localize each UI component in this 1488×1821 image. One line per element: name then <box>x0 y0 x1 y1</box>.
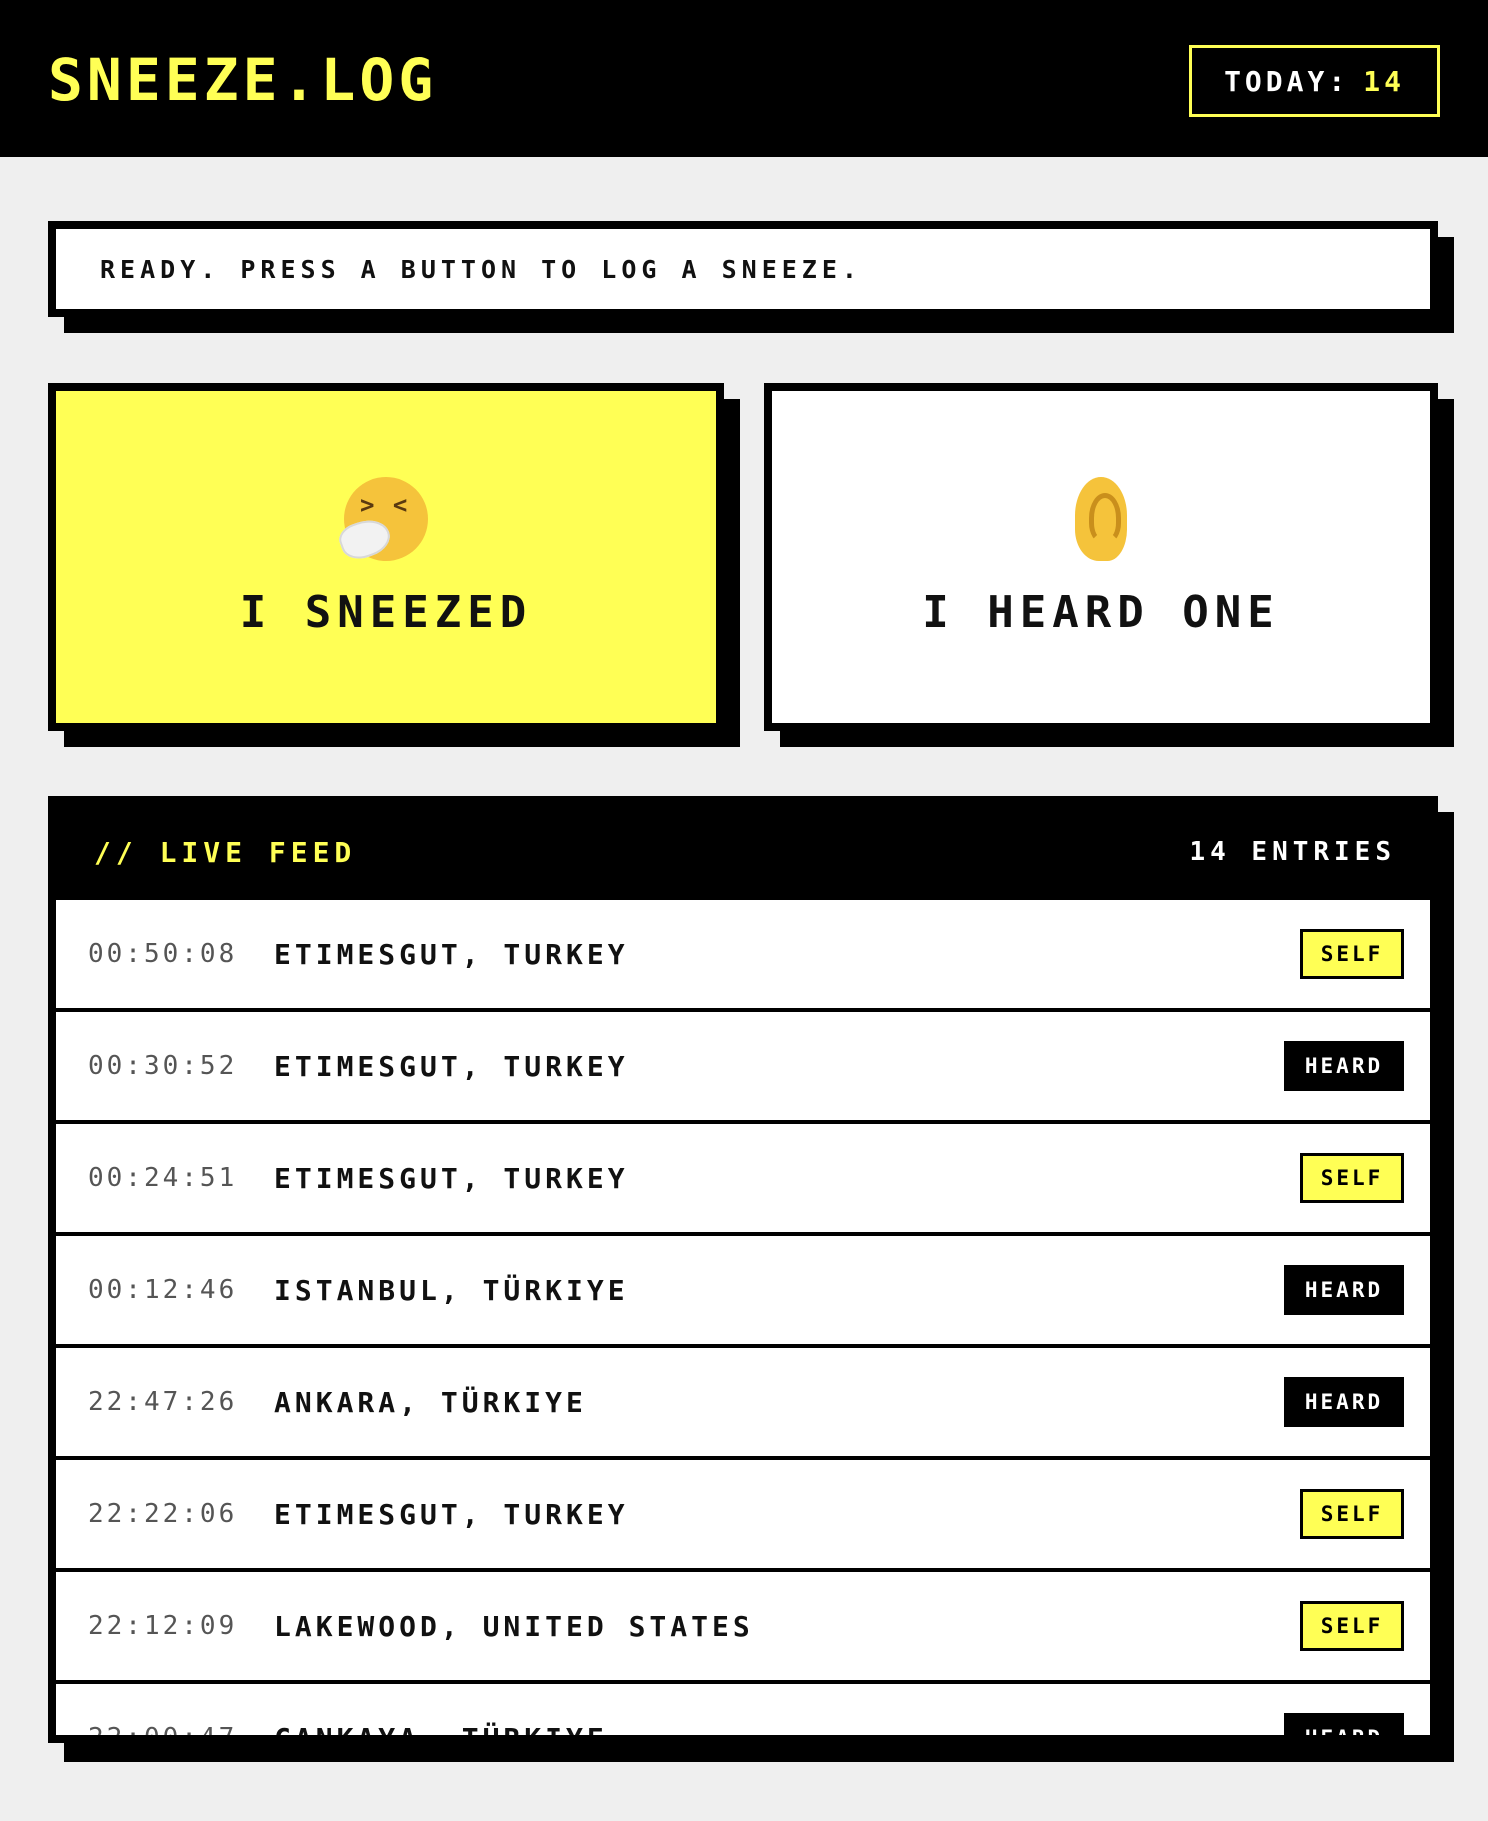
live-feed[interactable]: // LIVE FEED 14 ENTRIES 00:50:08 ETIMESGU… <box>48 796 1438 1743</box>
feed-header: // LIVE FEED 14 ENTRIES <box>56 804 1430 900</box>
list-item: 00:30:52 ETIMESGUT, TURKEY HEARD <box>56 1012 1430 1124</box>
entry-time: 22:47:26 <box>88 1387 238 1417</box>
heard-badge: HEARD <box>1284 1041 1404 1091</box>
entry-location: ETIMESGUT, TURKEY <box>274 1161 629 1195</box>
list-item: 22:47:26 ANKARA, TÜRKIYE HEARD <box>56 1348 1430 1460</box>
feed-entry-count: 14 ENTRIES <box>1189 837 1396 867</box>
list-item: 00:24:51 ETIMESGUT, TURKEY SELF <box>56 1124 1430 1236</box>
today-count: 14 <box>1363 64 1405 98</box>
sneezing-face-icon <box>344 476 428 561</box>
list-item: 00:12:46 ISTANBUL, TÜRKIYE HEARD <box>56 1236 1430 1348</box>
i-sneezed-button[interactable]: I SNEEZED <box>48 383 724 731</box>
app-header: SNEEZE.LOG TODAY: 14 <box>0 0 1488 157</box>
i-heard-one-label: I HEARD ONE <box>922 586 1280 638</box>
app-logo: SNEEZE.LOG <box>48 46 438 114</box>
feed-title: // LIVE FEED <box>94 835 357 869</box>
i-sneezed-label: I SNEEZED <box>239 586 533 638</box>
entry-location: ETIMESGUT, TURKEY <box>274 1497 629 1531</box>
heard-badge: HEARD <box>1284 1377 1404 1427</box>
list-item: 22:00:47 CANKAYA, TÜRKIYE HEARD <box>56 1684 1430 1743</box>
ear-icon <box>1075 476 1127 561</box>
list-item: 00:50:08 ETIMESGUT, TURKEY SELF <box>56 900 1430 1012</box>
today-label: TODAY: <box>1224 64 1350 98</box>
self-badge: SELF <box>1300 929 1404 979</box>
entry-location: ETIMESGUT, TURKEY <box>274 1049 629 1083</box>
heard-badge: HEARD <box>1284 1713 1404 1735</box>
status-message: READY. PRESS A BUTTON TO LOG A SNEEZE. <box>48 221 1438 317</box>
feed-list: 00:50:08 ETIMESGUT, TURKEY SELF 00:30:52 ETI… <box>56 900 1430 1743</box>
entry-location: ETIMESGUT, TURKEY <box>274 937 629 971</box>
entry-location: ISTANBUL, TÜRKIYE <box>274 1273 629 1307</box>
self-badge: SELF <box>1300 1489 1404 1539</box>
entry-time: 22:00:47 <box>88 1723 238 1743</box>
entry-location: CANKAYA, TÜRKIYE <box>274 1721 608 1743</box>
entry-time: 00:24:51 <box>88 1163 238 1193</box>
entry-time: 00:30:52 <box>88 1051 238 1081</box>
entry-location: LAKEWOOD, UNITED STATES <box>274 1609 754 1643</box>
list-item: 22:22:06 ETIMESGUT, TURKEY SELF <box>56 1460 1430 1572</box>
entry-location: ANKARA, TÜRKIYE <box>274 1385 587 1419</box>
entry-time: 22:22:06 <box>88 1499 238 1529</box>
entry-time: 22:12:09 <box>88 1611 238 1641</box>
i-heard-one-button[interactable]: I HEARD ONE <box>764 383 1438 731</box>
self-badge: SELF <box>1300 1601 1404 1651</box>
entry-time: 00:50:08 <box>88 939 238 969</box>
list-item: 22:12:09 LAKEWOOD, UNITED STATES SELF <box>56 1572 1430 1684</box>
entry-time: 00:12:46 <box>88 1275 238 1305</box>
self-badge: SELF <box>1300 1153 1404 1203</box>
today-counter: TODAY: 14 <box>1189 45 1440 117</box>
heard-badge: HEARD <box>1284 1265 1404 1315</box>
